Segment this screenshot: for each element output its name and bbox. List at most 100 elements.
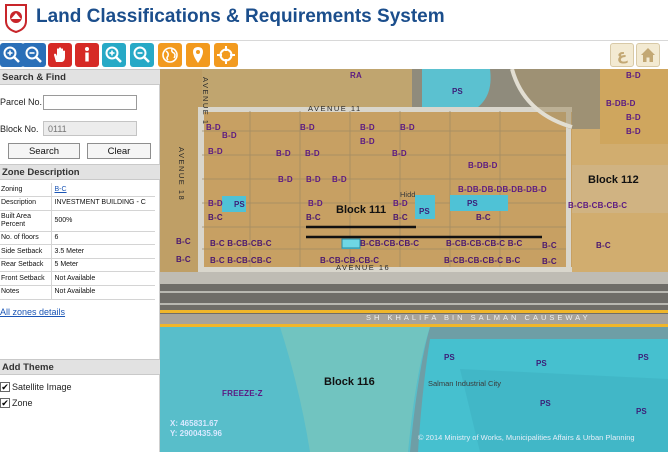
zone-code-link[interactable]: B-C [55, 186, 67, 193]
home-icon[interactable] [636, 43, 660, 67]
zone-label-bc: B-C [476, 213, 491, 222]
zone-label-ps: PS [638, 353, 649, 362]
block-label-112: Block 112 [588, 174, 639, 186]
info-icon[interactable] [75, 43, 99, 67]
place-label-industrial-city: Salman Industrial City [428, 379, 501, 388]
table-row: Notes Not Available [0, 285, 155, 300]
zone-label-bd: B-D [276, 149, 291, 158]
street-label-causeway: SH KHALIFA BIN SALMAN CAUSEWAY [366, 313, 591, 322]
table-row: Zoning B-C [0, 183, 155, 198]
clear-button[interactable]: Clear [87, 143, 151, 159]
zone-label-bd: B-D [626, 127, 641, 136]
table-row: Rear Setback 5 Meter [0, 258, 155, 273]
zone-key: No. of floors [0, 231, 52, 246]
block-input[interactable] [43, 121, 137, 136]
zone-label-bd: B-D [305, 149, 320, 158]
zone-key: Front Setback [0, 271, 52, 287]
satellite-checkbox[interactable]: ✔ [0, 382, 10, 392]
zone-label-row: B-DB-D [606, 99, 636, 108]
zoom-out-icon[interactable] [22, 43, 46, 67]
zone-label-row: B-CB-CB-CB-C B-C [446, 239, 523, 248]
zone-label-ps: PS [467, 199, 478, 208]
zone-description-table: Zoning B-C Description INVESTMENT BUILDI… [0, 183, 155, 300]
zone-key: Built Area Percent [0, 210, 52, 232]
zone-layer-label: Zone [12, 398, 33, 408]
zone-value: B-C [51, 183, 155, 198]
search-button[interactable]: Search [8, 143, 80, 159]
zone-label-ra: RA [350, 71, 362, 80]
zone-label-row: B-CB-CB-CB-C [360, 239, 420, 248]
zone-label-bd: B-D [300, 123, 315, 132]
zone-value: 6 [51, 231, 155, 246]
zone-label-bd: B-D [306, 175, 321, 184]
table-row: Front Setback Not Available [0, 271, 155, 287]
block-label: Block No. [0, 124, 39, 134]
zone-label-bc: B-C [542, 241, 557, 250]
zone-label-ps: PS [444, 353, 455, 362]
all-zones-link[interactable]: All zones details [0, 307, 65, 317]
zone-checkbox[interactable]: ✔ [0, 398, 10, 408]
zone-label-bd: B-D [626, 113, 641, 122]
zone-label-bc: B-C [208, 213, 223, 222]
street-label-avenue-11: AVENUE 11 [308, 104, 362, 113]
zone-label-bd: B-D [208, 199, 223, 208]
crosshair-icon[interactable] [214, 43, 238, 67]
app-root: Land Classifications & Requirements Syst… [0, 0, 668, 452]
zoom-out-box-icon[interactable] [130, 43, 154, 67]
zone-label-bc: B-C [596, 241, 611, 250]
zone-key: Zoning [0, 183, 52, 198]
zone-label-bc: B-C [393, 213, 408, 222]
zone-label-bc: B-C [176, 255, 191, 264]
zone-value: Not Available [51, 285, 155, 300]
zone-label-bd: B-D [208, 147, 223, 156]
parcel-input[interactable] [43, 95, 137, 110]
zone-label-bd: B-D [626, 71, 641, 80]
zone-label-ps: PS [452, 87, 463, 96]
block-label-116: Block 116 [324, 376, 375, 388]
zone-value: 500% [51, 210, 155, 232]
zone-label-bc: B-C [176, 237, 191, 246]
location-pin-icon[interactable] [186, 43, 210, 67]
search-section-header: Search & Find [0, 69, 160, 85]
zone-value: Not Available [51, 271, 155, 287]
map-coordinate-x: X: 465831.67 [170, 419, 219, 428]
zone-key: Rear Setback [0, 258, 52, 273]
zone-label-bc: B-C [306, 213, 321, 222]
left-panel: Search & Find Parcel No. Block No. Searc… [0, 69, 160, 452]
zone-label-bd: B-D [392, 149, 407, 158]
zoom-in-icon[interactable] [0, 43, 24, 67]
zone-label-ps: PS [540, 399, 551, 408]
theme-section-header: Add Theme [0, 359, 160, 375]
zone-key: Description [0, 196, 52, 211]
zoom-in-box-icon[interactable] [102, 43, 126, 67]
zone-label-bc: B-C [542, 257, 557, 266]
zone-label-row: B-DB-DB-DB-DB-DB-D [458, 185, 547, 194]
zone-key: Side Setback [0, 244, 52, 259]
zone-value: 5 Meter [51, 258, 155, 273]
zone-label-bd: B-D [400, 123, 415, 132]
zone-label-ps: PS [419, 207, 430, 216]
block-label-111: Block 111 [336, 204, 387, 216]
language-toggle-button[interactable]: ع [610, 43, 634, 67]
map-view[interactable]: RA PS B-D B-D B-D B-D B-D B-D B-D B-D B-… [160, 69, 668, 452]
zone-label-bd: B-D [278, 175, 293, 184]
zone-label-row: B-DB-D [468, 161, 498, 170]
table-row: No. of floors 6 [0, 231, 155, 246]
map-coordinate-y: Y: 2900435.96 [170, 429, 222, 438]
zone-label-ps: PS [636, 407, 647, 416]
globe-icon[interactable] [158, 43, 182, 67]
street-label-avenue-18: AVENUE 18 [177, 147, 186, 202]
zone-label-bd: B-D [360, 123, 375, 132]
zone-label-row: B-C B-CB-CB-C [210, 239, 272, 248]
street-label-avenue-16: AVENUE 16 [336, 263, 391, 272]
map-copyright: © 2014 Ministry of Works, Municipalities… [418, 433, 635, 442]
zone-label-bd: B-D [222, 131, 237, 140]
app-title: Land Classifications & Requirements Syst… [36, 6, 445, 27]
zone-label-row: B-C B-CB-CB-C [210, 256, 272, 265]
zone-key: Notes [0, 285, 52, 300]
pan-hand-icon[interactable] [48, 43, 72, 67]
zone-label-ps: PS [536, 359, 547, 368]
zone-value: INVESTMENT BUILDING - C [51, 196, 155, 211]
parcel-label: Parcel No. [0, 97, 43, 107]
table-row: Side Setback 3.5 Meter [0, 244, 155, 259]
